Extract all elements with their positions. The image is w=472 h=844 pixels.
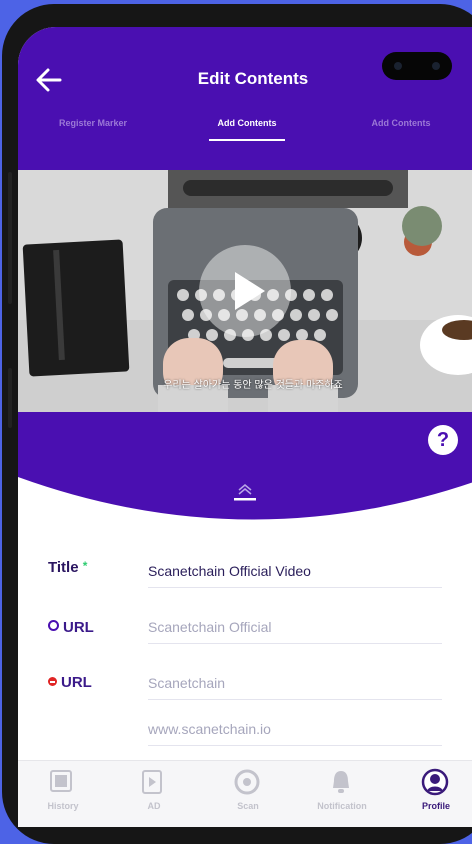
scan-icon [234, 769, 260, 795]
title-label: Title * [48, 559, 88, 576]
title-field[interactable]: Scanetchain Official Video [148, 563, 442, 588]
nav-scan[interactable]: Scan [201, 761, 295, 827]
phone-side-button [8, 368, 12, 428]
ad-icon [142, 770, 162, 794]
help-button[interactable]: ? [428, 425, 458, 455]
profile-icon [421, 768, 449, 796]
tab-register-marker[interactable]: Register Marker [28, 118, 158, 128]
bottom-navigation: History AD Scan Notification Profile [18, 760, 472, 827]
collapse-panel [18, 412, 472, 520]
app-header: Edit Contents Register Marker Add Conten… [18, 27, 472, 172]
url-label-primary: URL [48, 619, 94, 636]
nav-profile[interactable]: Profile [389, 761, 472, 827]
url-label-secondary: URL [48, 674, 92, 691]
chevron-up-icon[interactable] [230, 479, 260, 503]
notebook-image [22, 239, 130, 377]
remove-circle-icon[interactable] [48, 677, 57, 686]
url-field-primary[interactable]: Scanetchain Official [148, 619, 442, 644]
nav-notification[interactable]: Notification [295, 761, 389, 827]
tab-add-contents-2[interactable]: Add Contents [336, 118, 466, 128]
url-field-secondary[interactable]: Scanetchain [148, 675, 442, 700]
video-caption: 우리는 살아가는 동안 많은 것들과 마주하죠 [163, 380, 343, 391]
play-icon [235, 272, 265, 310]
app-screen: Edit Contents Register Marker Add Conten… [18, 27, 472, 827]
play-button[interactable] [199, 245, 291, 337]
phone-side-button [8, 172, 12, 304]
tab-add-contents[interactable]: Add Contents [182, 118, 312, 128]
circle-outline-icon [48, 620, 59, 631]
url-field-tertiary[interactable]: www.scanetchain.io [148, 721, 442, 746]
required-marker: * [82, 559, 88, 573]
nav-history[interactable]: History [18, 761, 110, 827]
history-icon [50, 770, 72, 792]
front-camera [382, 52, 452, 80]
bell-icon [333, 771, 349, 793]
nav-ad[interactable]: AD [107, 761, 201, 827]
active-tab-indicator [209, 139, 285, 141]
video-preview[interactable]: 우리는 살아가는 동안 많은 것들과 마주하죠 [18, 170, 472, 413]
